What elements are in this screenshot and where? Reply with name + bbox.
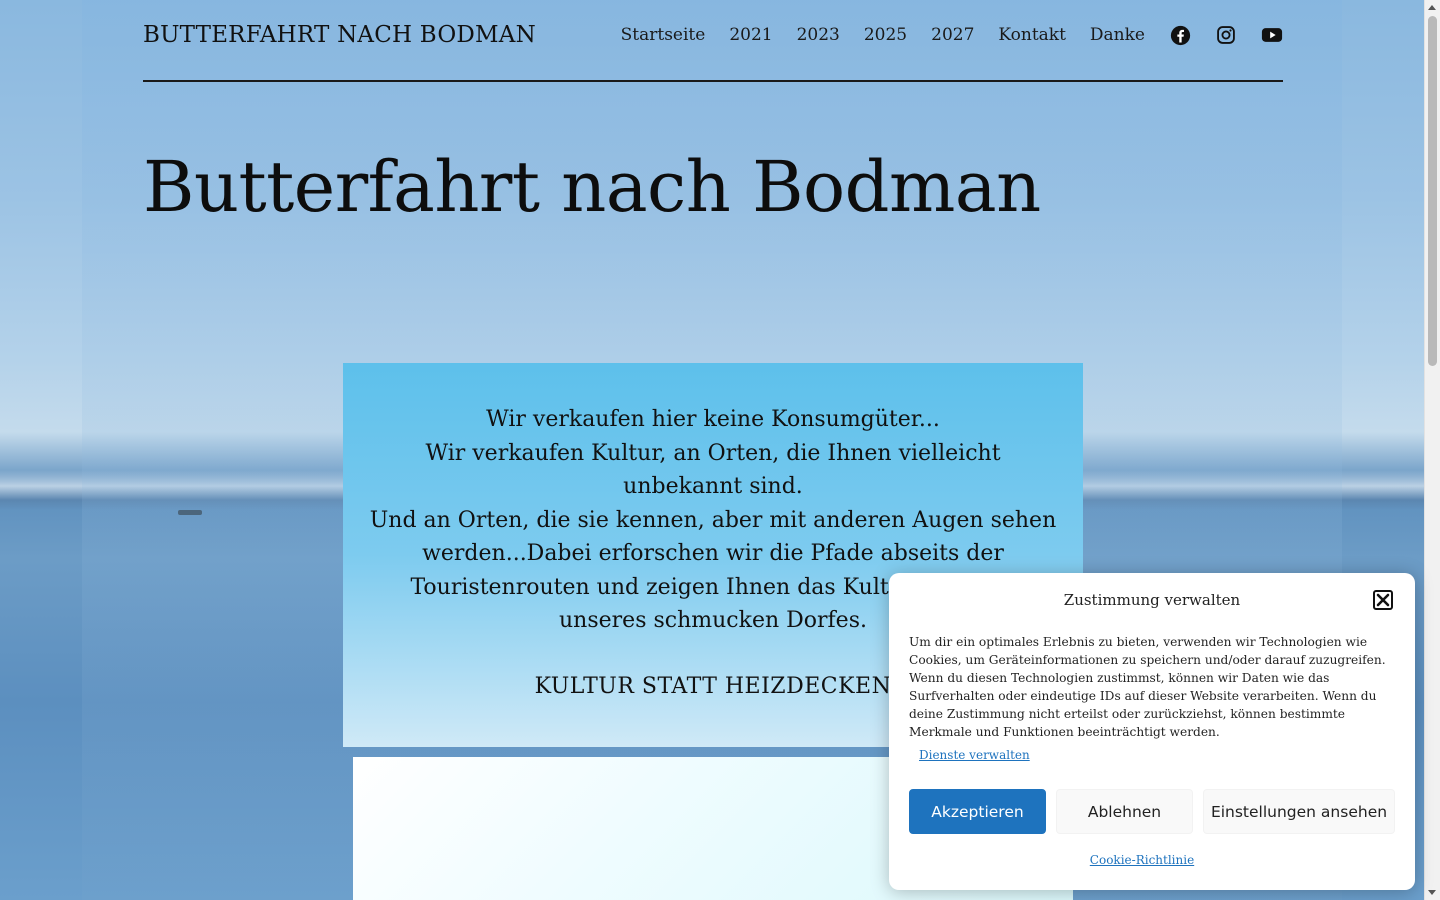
nav-item-2027[interactable]: 2027 [931,25,974,45]
nav-item-danke[interactable]: Danke [1090,25,1145,45]
nav-item-2025[interactable]: 2025 [864,25,907,45]
scroll-down-arrow-icon[interactable] [1428,890,1436,895]
youtube-icon[interactable] [1261,24,1283,46]
cookie-consent-dialog: Zustimmung verwalten Um dir ein optimale… [889,573,1415,890]
cookie-policy-link[interactable]: Cookie-Richtlinie [889,853,1395,867]
quote-line: Wir verkaufen Kultur, an Orten, die Ihne… [425,440,1001,500]
cookie-dialog-title: Zustimmung verwalten [1063,591,1241,609]
close-icon[interactable] [1373,590,1393,610]
scrollbar-thumb[interactable] [1428,16,1437,366]
cookie-dialog-text: Um dir ein optimales Erlebnis zu bieten,… [909,635,1386,739]
scroll-up-arrow-icon[interactable] [1428,5,1436,10]
accept-button[interactable]: Akzeptieren [909,789,1046,834]
quote-line: Wir verkaufen hier keine Konsumgüter... [486,407,940,432]
manage-services-link[interactable]: Dienste verwalten [919,748,1030,762]
nav-item-2023[interactable]: 2023 [797,25,840,45]
facebook-icon[interactable] [1169,24,1191,46]
site-header: BUTTERFAHRT NACH BODMAN Startseite 2021 … [143,0,1283,82]
view-preferences-button[interactable]: Einstellungen ansehen [1203,789,1395,834]
vertical-scrollbar[interactable] [1424,0,1440,900]
deny-button[interactable]: Ablehnen [1056,789,1193,834]
nav-item-kontakt[interactable]: Kontakt [998,25,1066,45]
instagram-icon[interactable] [1215,24,1237,46]
page-title: Butterfahrt nach Bodman [143,146,1041,228]
main-nav: Startseite 2021 2023 2025 2027 Kontakt D… [597,24,1283,46]
site-title[interactable]: BUTTERFAHRT NACH BODMAN [143,22,536,48]
nav-item-startseite[interactable]: Startseite [621,25,706,45]
nav-item-2021[interactable]: 2021 [729,25,772,45]
